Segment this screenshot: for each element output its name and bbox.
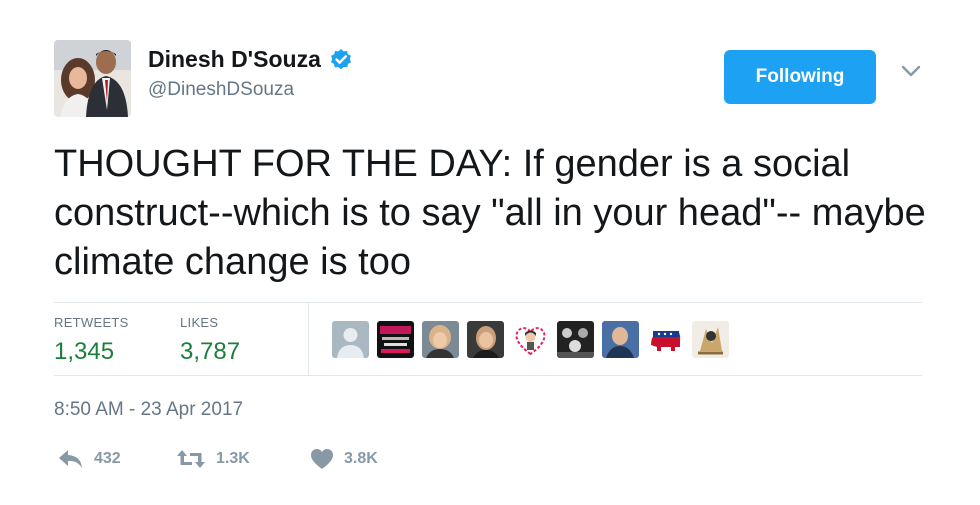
author-handle[interactable]: @DineshDSouza (148, 79, 353, 101)
retweet-count: 1.3K (216, 450, 250, 467)
like-count: 3.8K (344, 450, 378, 467)
liker-avatars (332, 321, 729, 358)
retweet-icon (176, 448, 206, 470)
likes-stat[interactable]: LIKES 3,787 (180, 315, 240, 366)
retweets-value: 1,345 (54, 338, 115, 365)
stats-vertical-divider (308, 303, 309, 375)
reply-icon (58, 448, 84, 470)
liker-avatar[interactable] (602, 321, 639, 358)
reply-button[interactable]: 432 (58, 448, 121, 470)
following-button[interactable]: Following (724, 50, 876, 104)
likes-label: LIKES (180, 315, 219, 330)
likes-value: 3,787 (180, 338, 241, 365)
retweets-stat[interactable]: RETWEETS 1,345 (54, 315, 129, 366)
stats-bottom-divider (54, 375, 922, 376)
liker-avatar[interactable] (512, 321, 549, 358)
liker-avatar[interactable] (332, 321, 369, 358)
liker-avatar[interactable] (467, 321, 504, 358)
heart-icon (310, 448, 334, 470)
retweet-button[interactable]: 1.3K (176, 448, 250, 470)
liker-avatar[interactable] (557, 321, 594, 358)
liker-avatar[interactable] (692, 321, 729, 358)
retweets-label: RETWEETS (54, 315, 129, 330)
tweet-text: THOUGHT FOR THE DAY: If gender is a soci… (54, 143, 926, 283)
tweet-stats: RETWEETS 1,345 LIKES 3,787 (54, 303, 922, 375)
like-button[interactable]: 3.8K (310, 448, 378, 470)
reply-count: 432 (94, 450, 121, 467)
liker-avatar[interactable] (422, 321, 459, 358)
author-info: Dinesh D'Souza @DineshDSouza (148, 46, 353, 101)
author-display-name[interactable]: Dinesh D'Souza (148, 46, 321, 73)
author-avatar[interactable] (54, 40, 131, 117)
chevron-down-icon[interactable] (900, 64, 922, 83)
liker-avatar[interactable] (377, 321, 414, 358)
tweet-timestamp[interactable]: 8:50 AM - 23 Apr 2017 (54, 399, 243, 421)
tweet-header: Dinesh D'Souza @DineshDSouza Following (54, 40, 924, 120)
liker-avatar[interactable] (647, 321, 684, 358)
verified-badge-icon (329, 48, 353, 72)
